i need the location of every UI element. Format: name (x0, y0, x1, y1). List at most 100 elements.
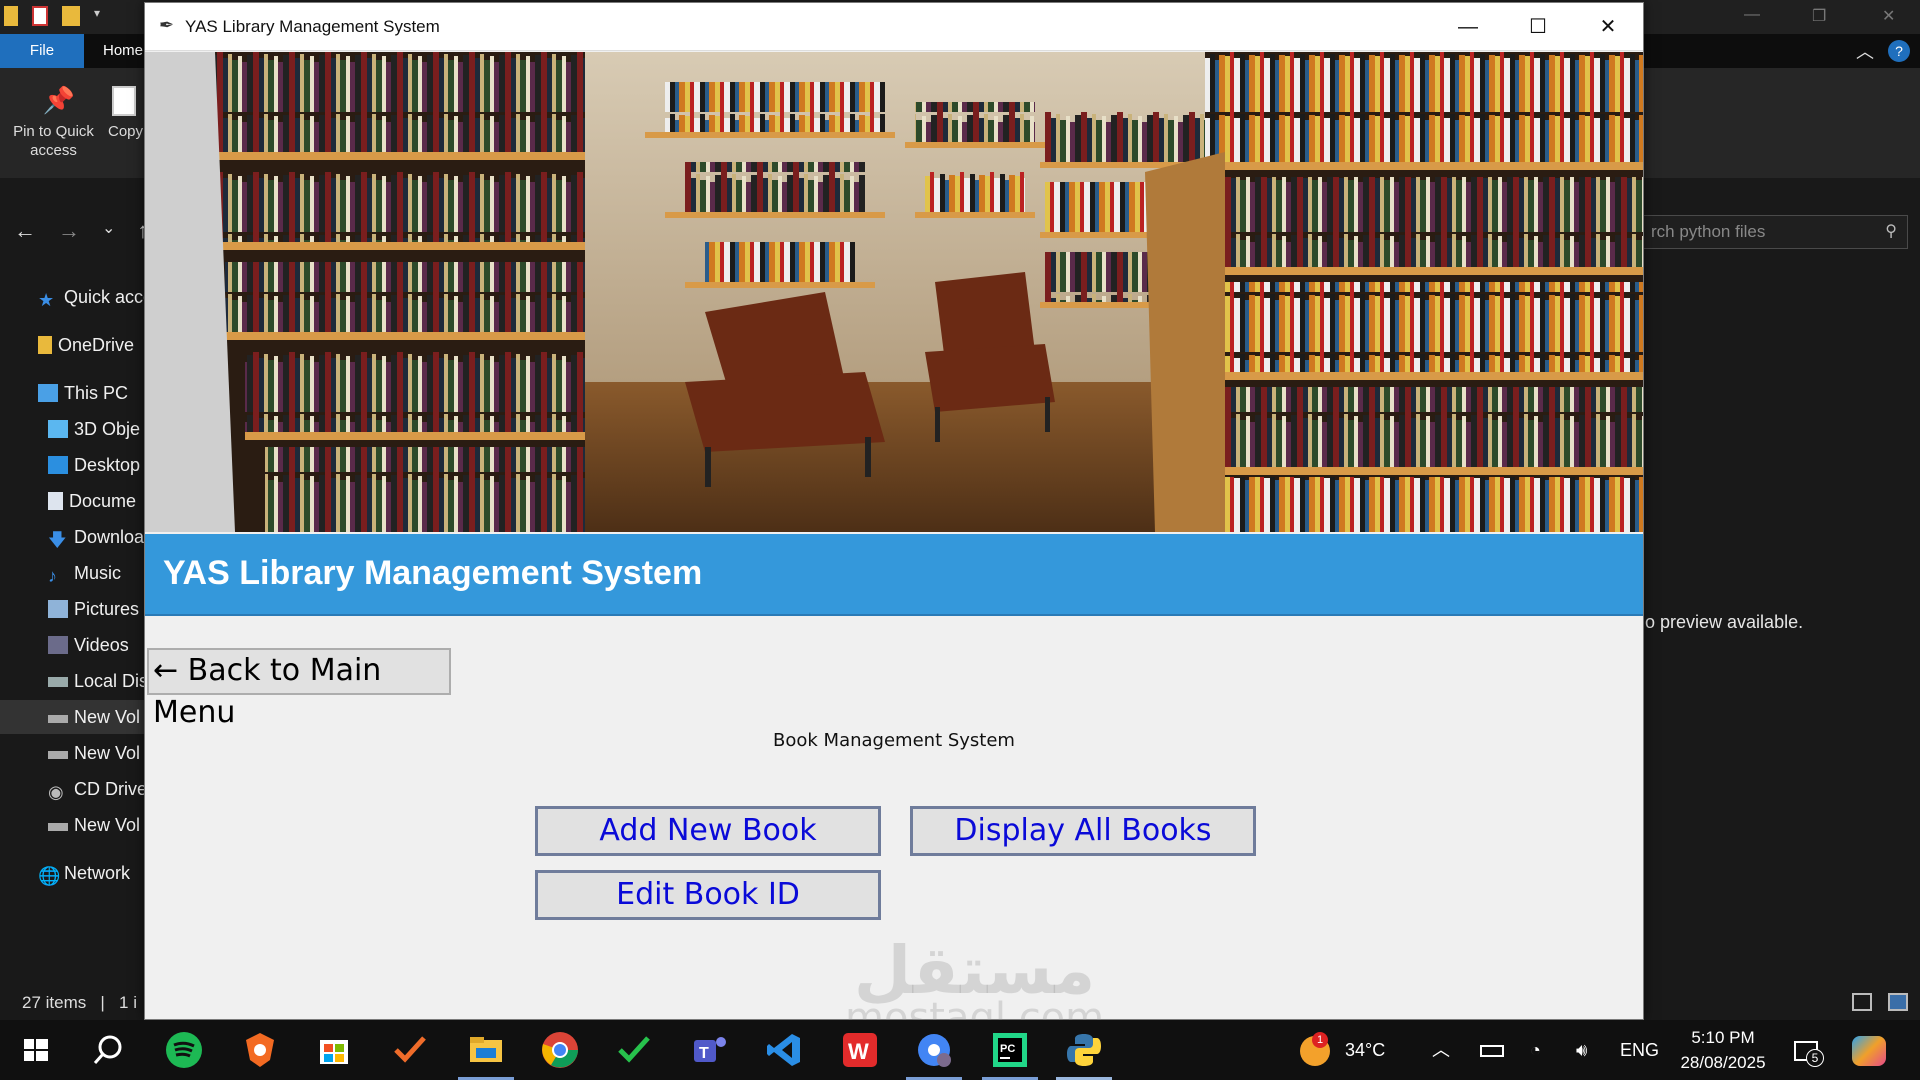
battery-indicator[interactable] (1480, 1020, 1504, 1080)
battery-icon (1480, 1045, 1504, 1058)
forward-arrow-icon[interactable]: → (58, 218, 80, 244)
help-icon[interactable]: ? (1888, 40, 1910, 62)
item-count: 27 items | 1 i (22, 993, 137, 1012)
sidebar-item-label: Docume (69, 491, 137, 511)
close-icon[interactable]: ✕ (1882, 6, 1895, 26)
music-icon: ♪ (48, 566, 57, 586)
vscode-button[interactable] (764, 1030, 804, 1070)
folder-icon (470, 1037, 502, 1062)
chrome-profile-button[interactable] (906, 1030, 962, 1080)
copy-button[interactable]: Copy (108, 86, 148, 141)
pycharm-button[interactable]: PC (982, 1030, 1038, 1080)
app-header: YAS Library Management System (145, 534, 1643, 616)
teams-icon: T (694, 1037, 726, 1062)
home-tab[interactable]: Home (103, 34, 143, 68)
svg-text:PC: PC (1000, 1043, 1015, 1055)
sidebar-item-label: 3D Obje (74, 419, 141, 439)
weather-widget[interactable]: 1 34°C (1300, 1020, 1385, 1080)
wifi-indicator[interactable]: ◔ (1530, 1020, 1541, 1080)
spotify-button[interactable] (164, 1030, 204, 1070)
show-hidden-icons[interactable]: ︿ (1432, 1020, 1450, 1080)
notification-icon: 5 (1794, 1041, 1824, 1068)
checkmark-green-icon (618, 1036, 650, 1063)
wps-office-button[interactable]: W (840, 1030, 880, 1070)
teams-button[interactable]: T (690, 1030, 730, 1070)
app-title: YAS Library Management System (163, 554, 703, 592)
collapse-ribbon-icon[interactable]: ︿ (1856, 38, 1874, 64)
speaker-icon: 🔊︎ (1576, 1040, 1588, 1060)
clock-time: 5:10 PM (1691, 1028, 1755, 1047)
back-to-main-menu-button[interactable]: ← Back to Main Menu (147, 648, 451, 730)
copy-icon (112, 86, 136, 116)
sidebar-item-label: Local Dis (74, 671, 149, 691)
quick-access-toolbar: ▾ (4, 6, 106, 26)
new-folder-icon[interactable] (62, 6, 80, 26)
sidebar-item-label: OneDrive (58, 335, 135, 355)
copilot-icon (1852, 1036, 1886, 1067)
add-new-book-button[interactable]: Add New Book (535, 806, 881, 856)
document-icon (48, 492, 63, 510)
search-placeholder: rch python files (1651, 222, 1766, 241)
search-input[interactable]: rch python files ⚲ (1620, 215, 1908, 249)
microsoft-store-button[interactable] (314, 1030, 354, 1070)
library-photo (145, 52, 1643, 532)
notification-center[interactable]: 5 (1794, 1020, 1824, 1080)
spotify-icon (166, 1032, 202, 1068)
large-icons-view-icon[interactable] (1888, 993, 1908, 1011)
window-title: YAS Library Management System (185, 17, 440, 36)
explorer-window-controls: — ❐ ✕ (1640, 0, 1920, 34)
search-button[interactable] (88, 1030, 128, 1070)
maximize-button[interactable]: ☐ (1503, 3, 1573, 51)
notification-count: 5 (1806, 1049, 1824, 1068)
todo-app-button[interactable] (614, 1030, 654, 1070)
brave-button[interactable] (240, 1030, 280, 1070)
restore-icon[interactable]: ❐ (1812, 6, 1826, 26)
sidebar-item-label: Music (74, 563, 122, 583)
sidebar-item-label: Network (64, 863, 131, 883)
weather-icon: 1 (1300, 1032, 1330, 1067)
volume-indicator[interactable]: 🔊︎ (1576, 1020, 1587, 1080)
folder-icon[interactable] (4, 6, 18, 26)
back-arrow-icon[interactable]: ← (14, 218, 36, 244)
tasks-app-button[interactable] (390, 1030, 430, 1070)
pin-icon: 📌 (42, 85, 75, 115)
copilot-button[interactable] (1852, 1020, 1886, 1080)
sidebar-item-label: Quick acce (64, 287, 154, 307)
pictures-icon (48, 600, 68, 618)
close-button[interactable]: ✕ (1573, 3, 1643, 51)
recent-locations-icon[interactable]: ⌄ (102, 218, 115, 244)
brave-icon (246, 1033, 274, 1067)
sidebar-item-label: Desktop (74, 455, 141, 475)
python-button[interactable] (1056, 1030, 1112, 1080)
wifi-icon: ◔ (1530, 1040, 1541, 1060)
chevron-up-icon: ︿ (1432, 1040, 1450, 1060)
svg-text:W: W (848, 1039, 869, 1064)
drive-icon (48, 715, 68, 723)
network-icon: 🌐 (38, 866, 61, 886)
file-tab[interactable]: File (0, 34, 84, 68)
nav-arrows: ← → ⌄ ↑ (14, 218, 148, 244)
start-button[interactable] (16, 1030, 56, 1070)
display-all-books-button[interactable]: Display All Books (910, 806, 1256, 856)
store-icon (320, 1040, 348, 1064)
properties-icon[interactable] (32, 6, 48, 26)
pin-to-quick-access-button[interactable]: 📌 Pin to Quick access (6, 86, 101, 160)
language-indicator[interactable]: ENG (1620, 1020, 1659, 1080)
sidebar-item-new-volume-1[interactable]: New Vol (0, 700, 145, 734)
clock[interactable]: 5:10 PM 28/08/2025 (1668, 1025, 1778, 1075)
library-app-window: ✒ YAS Library Management System — ☐ ✕ YA… (144, 2, 1644, 1038)
details-view-icon[interactable] (1852, 993, 1872, 1011)
chrome-button[interactable] (540, 1030, 580, 1070)
chrome-icon (918, 1034, 951, 1067)
sidebar-item-label: CD Drive (74, 779, 148, 799)
section-label: Book Management System (773, 730, 1015, 751)
minimize-icon[interactable]: — (1744, 6, 1760, 24)
sidebar-item-label: New Vol (74, 815, 141, 835)
edit-book-id-button[interactable]: Edit Book ID (535, 870, 881, 920)
cd-icon: ◉ (48, 782, 64, 802)
search-icon[interactable]: ⚲ (1885, 216, 1897, 248)
minimize-button[interactable]: — (1433, 3, 1503, 51)
file-explorer-button[interactable] (458, 1030, 514, 1080)
download-icon: 🡇 (48, 530, 67, 550)
chevron-down-icon[interactable]: ▾ (94, 6, 106, 26)
